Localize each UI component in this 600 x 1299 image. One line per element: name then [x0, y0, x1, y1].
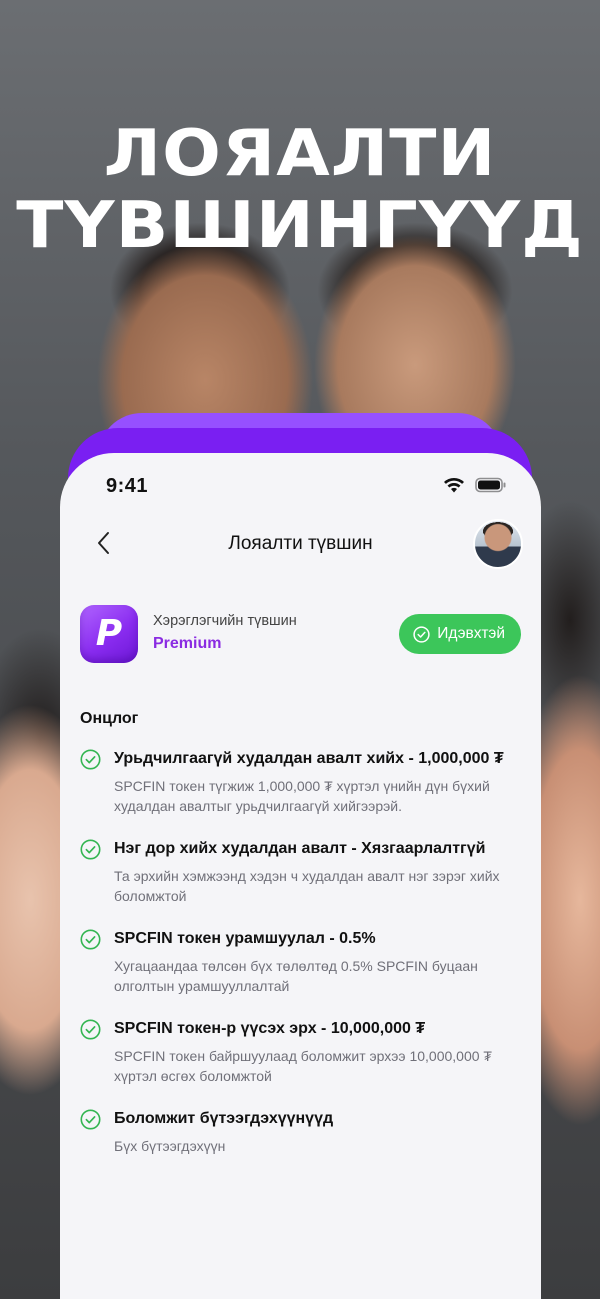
feature-title: Боломжит бүтээгдэхүүнүүд [114, 1110, 334, 1127]
check-circle-icon [80, 929, 101, 950]
feature-item: Боломжит бүтээгдэхүүнүүд Бүх бүтээгдэхүүн [80, 1108, 523, 1156]
feature-description: SPCFIN токен түгжиж 1,000,000 ₮ хүртэл ү… [114, 778, 490, 814]
page-title: Лояалти түвшин [228, 533, 373, 554]
feature-title: SPCFIN токен урамшуулал - 0.5% [114, 930, 376, 947]
active-status-button[interactable]: Идэвхтэй [399, 614, 521, 654]
features-list: Урьдчилгаагүй худалдан авалт хийх - 1,00… [80, 748, 523, 1178]
headline-line-1: ЛОЯАЛТИ [103, 117, 497, 191]
check-circle-icon [413, 625, 430, 643]
wifi-icon [444, 478, 464, 493]
feature-item: Нэг дор хийх худалдан авалт - Хязгаарлал… [80, 838, 523, 906]
check-circle-icon [80, 1109, 101, 1130]
feature-title: Урьдчилгаагүй худалдан авалт хийх - 1,00… [114, 750, 504, 767]
phone-screen: 9:41 Лояалти түвшин P Хэрэглэгчийн түвши… [60, 453, 541, 1299]
tier-name: Premium [153, 635, 222, 652]
headline-line-2: ТҮВШИНГҮҮД [16, 189, 584, 263]
feature-title: Нэг дор хийх худалдан авалт - Хязгаарлал… [114, 840, 486, 857]
nav-bar: Лояалти түвшин [60, 515, 541, 575]
feature-description: Хугацаандаа төлсөн бүх төлөлтөд 0.5% SPC… [114, 958, 478, 994]
tier-label: Хэрэглэгчийн түвшин [153, 613, 297, 629]
feature-title: SPCFIN токен-р үүсэх эрх - 10,000,000 ₮ [114, 1020, 426, 1037]
feature-description: SPCFIN токен байршуулаад боломжит эрхээ … [114, 1048, 492, 1084]
tier-card: P Хэрэглэгчийн түвшин Premium Идэвхтэй [80, 605, 521, 665]
features-heading: Онцлог [80, 710, 139, 727]
feature-item: SPCFIN токен-р үүсэх эрх - 10,000,000 ₮ S… [80, 1018, 523, 1086]
feature-description: Та эрхийн хэмжээнд хэдэн ч худалдан авал… [114, 868, 500, 904]
feature-description: Бүх бүтээгдэхүүн [114, 1138, 226, 1154]
battery-icon [475, 477, 506, 493]
promo-headline: ЛОЯАЛТИ ТҮВШИНГҮҮД [0, 118, 600, 262]
feature-item: Урьдчилгаагүй худалдан авалт хийх - 1,00… [80, 748, 523, 816]
active-status-label: Идэвхтэй [437, 625, 505, 642]
check-circle-icon [80, 1019, 101, 1040]
user-avatar[interactable] [473, 519, 523, 569]
status-bar: 9:41 [60, 453, 541, 513]
premium-logo-icon: P [80, 605, 138, 663]
check-circle-icon [80, 839, 101, 860]
check-circle-icon [80, 749, 101, 770]
status-time: 9:41 [106, 475, 149, 497]
feature-item: SPCFIN токен урамшуулал - 0.5% Хугацаанда… [80, 928, 523, 996]
status-icons [443, 477, 507, 493]
tier-logo-letter: P [95, 613, 123, 654]
